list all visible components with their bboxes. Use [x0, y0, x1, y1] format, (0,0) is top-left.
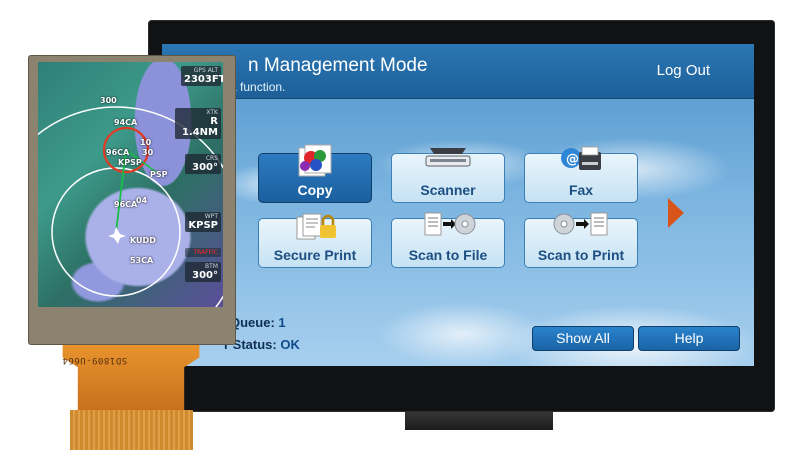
map-label-psp: PSP [150, 170, 168, 179]
traffic-label: TRAFFIC [193, 249, 218, 256]
chevron-right-icon[interactable] [668, 198, 684, 228]
large-display-screen: n Management Mode a function. Log Out Co… [162, 44, 754, 366]
btm-value: 300° [192, 270, 218, 281]
secure-print-icon [296, 213, 336, 240]
secure-print-label: Secure Print [273, 247, 357, 263]
help-button[interactable]: Help [638, 326, 740, 351]
fax-icon: @ [561, 146, 601, 170]
btm-label: BTM [205, 263, 218, 270]
wpt-label: WPT [204, 213, 218, 220]
gps-alt-box: GPS ALT 2303FT [181, 66, 223, 86]
xtk-label: XTK [206, 109, 218, 116]
scan-to-print-icon [553, 212, 608, 236]
map-label-94ca: 94CA [114, 118, 138, 127]
queue-label: Queue: [230, 315, 275, 330]
scan-to-file-icon [424, 212, 476, 236]
printer-status-value: OK [280, 337, 300, 352]
flex-cable [70, 410, 193, 450]
map-label-96ca-b: 96CA [114, 200, 138, 209]
copy-label: Copy [297, 182, 333, 198]
secure-print-button[interactable]: Secure Print [258, 213, 372, 268]
map-label-300: 300 [100, 96, 117, 105]
scan-to-print-button[interactable]: Scan to Print [524, 212, 638, 268]
show-all-button[interactable]: Show All [532, 326, 634, 351]
copy-button[interactable]: Copy [258, 144, 372, 203]
gps-alt-label: GPS ALT [193, 67, 218, 74]
map-label-30: 30 [142, 148, 154, 157]
gps-alt-value: 2303FT [184, 74, 223, 85]
traffic-box: TRAFFIC [185, 248, 221, 257]
crs-value: 300° [192, 162, 218, 173]
page-title: n Management Mode [248, 55, 428, 76]
scanner-button[interactable]: Scanner [391, 148, 505, 203]
queue-status: Queue: 1 [230, 315, 286, 330]
map-label-04: 04 [136, 196, 148, 205]
copy-icon [298, 144, 332, 177]
scanner-label: Scanner [420, 182, 476, 198]
fax-button[interactable]: @ Fax [524, 146, 638, 203]
crs-box: CRS 300° [185, 154, 221, 174]
map-label-53ca: 53CA [130, 256, 154, 265]
scan-to-file-button[interactable]: Scan to File [391, 212, 505, 268]
scanner-icon [425, 148, 471, 167]
map-label-kpsp: KPSP [118, 158, 142, 167]
xtk-box: XTK R 1.4NM [175, 108, 221, 139]
flex-print: SD1809-U664 [62, 355, 128, 365]
app-header: n Management Mode a function. Log Out [162, 44, 754, 99]
scan-to-file-label: Scan to File [408, 247, 488, 263]
fax-label: Fax [568, 182, 594, 198]
small-display-screen: 300 94CA 96CA 10 30 KPSP PSP 96CA 04 KUD… [38, 62, 223, 307]
wpt-box: WPT KPSP [185, 212, 221, 232]
map-label-96ca: 96CA [106, 148, 130, 157]
scan-to-print-label: Scan to Print [537, 247, 625, 263]
queue-value: 1 [278, 315, 286, 330]
page-subtitle: a function. [230, 80, 286, 94]
xtk-value: R 1.4NM [181, 116, 218, 138]
svg-text:@: @ [566, 152, 579, 167]
map-label-kudd: KUDD [130, 236, 156, 245]
map-label-10: 10 [140, 138, 152, 147]
wpt-value: KPSP [188, 220, 218, 231]
btm-box: BTM 300° [185, 262, 221, 282]
logout-link[interactable]: Log Out [657, 62, 710, 79]
crs-label: CRS [205, 155, 218, 162]
